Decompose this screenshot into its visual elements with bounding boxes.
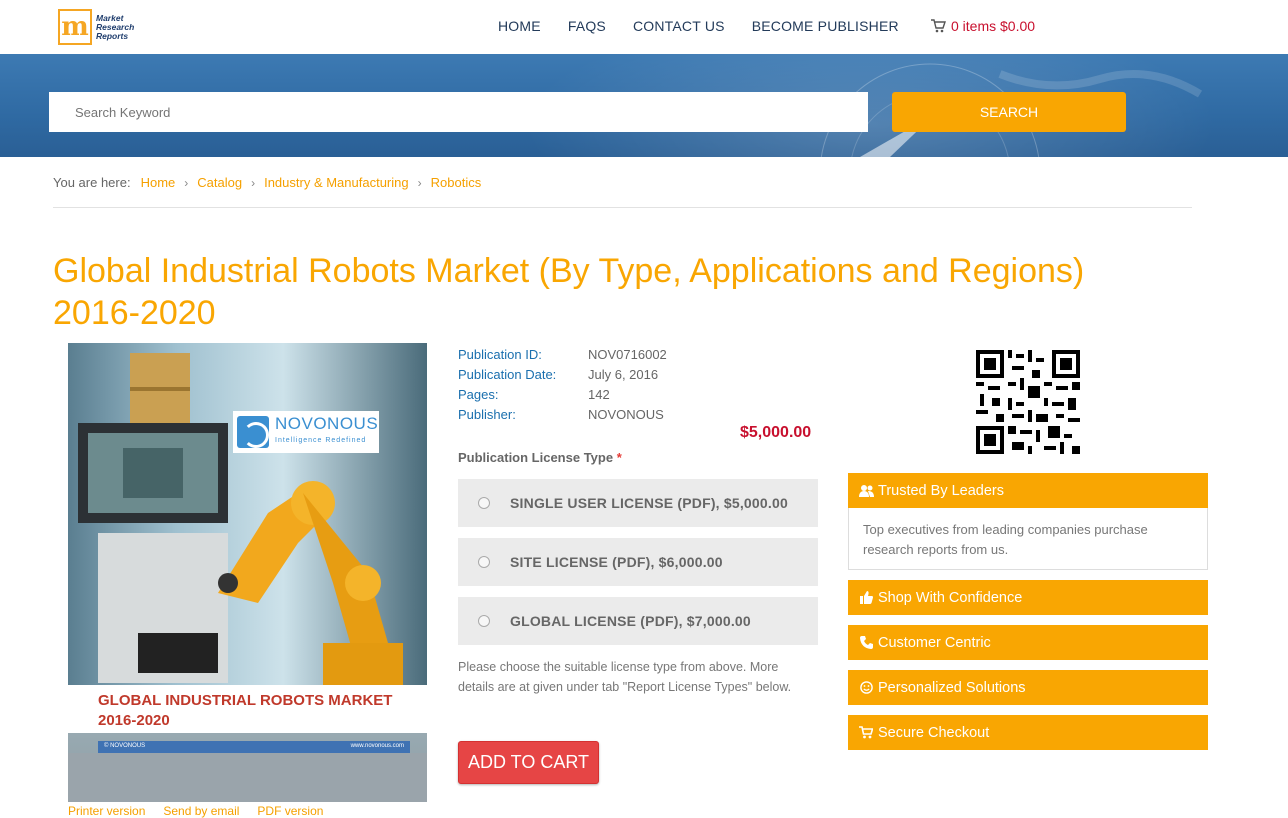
trusted-by-leaders-header[interactable]: Trusted By Leaders bbox=[848, 473, 1208, 508]
cart-icon bbox=[931, 19, 946, 33]
publisher-logo: NOVONOUS Intelligence Redefined bbox=[233, 411, 379, 453]
pub-row-date: Publication Date: July 6, 2016 bbox=[458, 367, 659, 382]
search-input[interactable] bbox=[49, 92, 868, 132]
breadcrumb-prefix: You are here: bbox=[53, 175, 131, 190]
cart-summary[interactable]: 0 items $0.00 bbox=[930, 18, 1035, 34]
price: $5,000.00 bbox=[740, 424, 812, 441]
logo-text: Market Research Reports bbox=[96, 12, 135, 41]
radio-icon[interactable] bbox=[478, 556, 490, 568]
phone-icon bbox=[858, 636, 874, 649]
printer-version-link[interactable]: Printer version bbox=[68, 804, 145, 818]
license-option-global[interactable]: GLOBAL LICENSE (PDF), $7,000.00 bbox=[458, 597, 818, 645]
qr-code-icon bbox=[976, 350, 1080, 454]
cover-brand-tagline: Intelligence Redefined bbox=[275, 437, 367, 444]
license-type-label: Publication License Type * bbox=[458, 450, 622, 465]
cover-actions: Printer version Send by email PDF versio… bbox=[68, 804, 323, 818]
license-option-site[interactable]: SITE LICENSE (PDF), $6,000.00 bbox=[458, 538, 818, 586]
shopping-cart-icon bbox=[858, 726, 874, 739]
cover-title: GLOBAL INDUSTRIAL ROBOTS MARKET 2016-202… bbox=[98, 692, 393, 729]
add-to-cart-button[interactable]: ADD TO CART bbox=[458, 741, 599, 784]
pub-row-publisher: Publisher: NOVONOUS bbox=[458, 407, 664, 422]
personalized-solutions[interactable]: Personalized Solutions bbox=[848, 670, 1208, 705]
page-title: Global Industrial Robots Market (By Type… bbox=[53, 252, 1085, 332]
license-note: Please choose the suitable license type … bbox=[458, 660, 792, 694]
radio-icon[interactable] bbox=[478, 615, 490, 627]
cover-footer-photo bbox=[68, 753, 427, 802]
secure-checkout[interactable]: Secure Checkout bbox=[848, 715, 1208, 750]
send-email-link[interactable]: Send by email bbox=[163, 804, 239, 818]
logo-mark-icon: m bbox=[58, 9, 92, 45]
nav-faqs[interactable]: FAQS bbox=[568, 18, 606, 34]
thumbs-up-icon bbox=[858, 591, 874, 604]
pdf-version-link[interactable]: PDF version bbox=[257, 804, 323, 818]
cover-strip: © NOVONOUS www.novonous.com bbox=[98, 741, 410, 753]
report-cover-image: NOVONOUS Intelligence Redefined GLOBAL I… bbox=[68, 343, 427, 802]
customer-centric[interactable]: Customer Centric bbox=[848, 625, 1208, 660]
breadcrumb-industry[interactable]: Industry & Manufacturing bbox=[264, 175, 409, 190]
breadcrumb-catalog[interactable]: Catalog bbox=[197, 175, 242, 190]
search-banner: SEARCH bbox=[0, 54, 1288, 157]
breadcrumb-robotics[interactable]: Robotics bbox=[431, 175, 482, 190]
nav-home[interactable]: HOME bbox=[498, 18, 541, 34]
shop-with-confidence[interactable]: Shop With Confidence bbox=[848, 580, 1208, 615]
search-button[interactable]: SEARCH bbox=[892, 92, 1126, 132]
chevron-right-icon: › bbox=[251, 175, 256, 190]
breadcrumb: You are here: Home › Catalog › Industry … bbox=[53, 175, 481, 190]
cart-label: 0 items $0.00 bbox=[951, 18, 1036, 34]
breadcrumb-home[interactable]: Home bbox=[141, 175, 176, 190]
pub-row-id: Publication ID: NOV0716002 bbox=[458, 347, 667, 362]
license-option-single-user[interactable]: SINGLE USER LICENSE (PDF), $5,000.00 bbox=[458, 479, 818, 527]
trusted-by-leaders-body: Top executives from leading companies pu… bbox=[848, 508, 1208, 570]
divider bbox=[53, 207, 1192, 208]
pub-row-pages: Pages: 142 bbox=[458, 387, 610, 402]
radio-icon[interactable] bbox=[478, 497, 490, 509]
robot-arm-illustration bbox=[78, 423, 403, 688]
smile-icon bbox=[858, 681, 874, 694]
cover-brand: NOVONOUS bbox=[275, 414, 379, 433]
nav-become-publisher[interactable]: BECOME PUBLISHER bbox=[752, 18, 899, 34]
publication-info: Publication ID: NOV0716002 Publication Da… bbox=[458, 345, 667, 425]
users-icon bbox=[858, 484, 874, 497]
novonous-mark-icon bbox=[237, 416, 269, 448]
main-nav: HOME FAQS CONTACT US BECOME PUBLISHER bbox=[498, 18, 926, 34]
nav-contact-us[interactable]: CONTACT US bbox=[633, 18, 725, 34]
site-logo[interactable]: m Market Research Reports bbox=[58, 8, 140, 46]
chevron-right-icon: › bbox=[184, 175, 189, 190]
top-header: m Market Research Reports HOME FAQS CONT… bbox=[0, 0, 1288, 54]
chevron-right-icon: › bbox=[417, 175, 422, 190]
required-marker: * bbox=[616, 450, 622, 465]
